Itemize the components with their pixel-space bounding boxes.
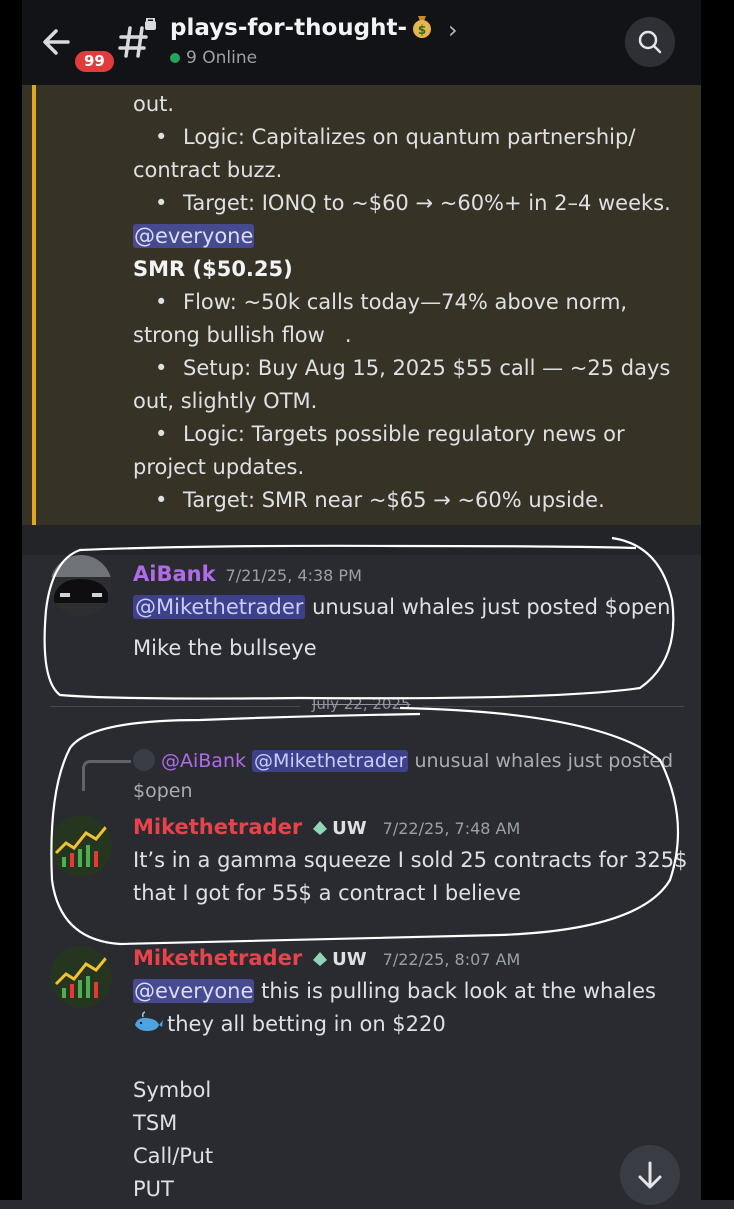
chevron-right-icon[interactable]: › — [448, 16, 458, 44]
message-line: Call/Put — [133, 1144, 214, 1168]
channel-name-text: plays-for-thought- — [170, 15, 408, 41]
post-mention-line: @everyone — [133, 220, 693, 253]
message-line: they all betting in on $220 — [133, 1008, 656, 1041]
role-tag-text: UW — [332, 818, 367, 839]
post-line: out. — [133, 92, 175, 116]
message-line: @Mikethetrader unusual whales just poste… — [133, 591, 670, 624]
reply-connector — [82, 760, 131, 791]
online-dot-icon — [170, 53, 180, 63]
message-line: TSM — [133, 1111, 178, 1135]
reply-preview[interactable]: @AiBank @Mikethetrader unusual whales ju… — [133, 746, 673, 806]
role-tag[interactable]: UW — [312, 945, 367, 975]
mention-accent-bar — [32, 85, 36, 525]
message-line: Mike the bullseye — [133, 636, 317, 660]
arrow-down-icon — [638, 1161, 662, 1189]
message-line: Symbol — [133, 1078, 212, 1102]
message-text: this is pulling back look at the whales — [261, 979, 656, 1003]
bullet: • — [155, 191, 168, 215]
bullet: • — [155, 422, 168, 446]
uw-tag-icon — [313, 952, 328, 966]
unread-badge: 99 — [72, 48, 117, 75]
post-line-text: Setup: Buy Aug 15, 2025 $55 call — ~25 d… — [183, 356, 671, 380]
car-avatar-image — [50, 555, 112, 617]
reply-avatar — [133, 749, 155, 771]
whale-emoji — [135, 1011, 163, 1031]
everyone-mention[interactable]: @everyone — [133, 979, 255, 1003]
username[interactable]: Mikethetrader — [133, 815, 302, 839]
everyone-mention[interactable]: @everyone — [133, 224, 255, 248]
message-line: that I got for 55$ a contract I believe — [133, 881, 522, 905]
uw-tag-icon — [313, 821, 328, 835]
reply-text-continued: $open — [133, 780, 193, 802]
timestamp: 7/21/25, 4:38 PM — [225, 566, 362, 585]
post-line-text: Logic: Targets possible regulatory news … — [183, 422, 625, 446]
reply-author[interactable]: @AiBank — [161, 750, 246, 772]
post-line-text: Logic: Capitalizes on quantum partnershi… — [183, 125, 636, 149]
username[interactable]: Mikethetrader — [133, 946, 302, 970]
avatar[interactable] — [50, 815, 112, 877]
timestamp: 7/22/25, 7:48 AM — [382, 819, 521, 838]
online-count: 9 Online — [186, 48, 258, 68]
search-button[interactable] — [625, 17, 675, 67]
message-text: they all betting in on $220 — [167, 1012, 446, 1036]
hash-thread-icon — [118, 18, 156, 58]
role-tag[interactable]: UW — [312, 814, 367, 844]
svg-text:$: $ — [418, 23, 426, 37]
moneybag-emoji: $ — [413, 16, 432, 38]
username[interactable]: AiBank — [133, 562, 216, 586]
bullet: • — [155, 356, 168, 380]
bullet: • — [155, 290, 168, 314]
post-line-text: Flow: ~50k calls today—74% above norm, — [183, 290, 628, 314]
timestamp: 7/22/25, 8:07 AM — [382, 950, 521, 969]
message-mikethetrader-2: Mikethetrader UW 7/22/25, 8:07 AM @everyon… — [133, 943, 656, 1206]
post-line: project updates. — [133, 455, 305, 479]
swing-trading-logo-avatar — [50, 946, 112, 1008]
post-bullet-line: • Target: SMR near ~$65 → ~60% upside. — [133, 484, 693, 517]
post-body: out. • Logic: Capitalizes on quantum part… — [133, 88, 693, 517]
bullet: • — [155, 488, 168, 512]
role-tag-text: UW — [332, 949, 367, 970]
reply-mention[interactable]: @Mikethetrader — [252, 750, 409, 772]
frame-edge-left — [0, 0, 22, 1200]
channel-title[interactable]: plays-for-thought- $ — [170, 13, 435, 41]
online-status: 9 Online — [170, 48, 257, 68]
message-line: It’s in a gamma squeeze I sold 25 contra… — [133, 848, 688, 872]
post-line: out, slightly OTM. — [133, 389, 318, 413]
post-line: strong bullish flow . — [133, 323, 352, 347]
post-bullet-line: • Logic: Capitalizes on quantum partnersh… — [133, 121, 693, 154]
message-mikethetrader-1: Mikethetrader UW 7/22/25, 7:48 AM It’s in … — [133, 812, 688, 910]
jump-to-bottom-button[interactable] — [620, 1145, 680, 1205]
post-line: contract buzz. — [133, 158, 283, 182]
bullet: • — [155, 125, 168, 149]
post-bullet-line: • Flow: ~50k calls today—74% above norm, — [133, 286, 693, 319]
message-text: unusual whales just posted $open — [312, 595, 671, 619]
message-line: PUT — [133, 1177, 174, 1201]
search-icon — [638, 30, 662, 54]
user-mention[interactable]: @Mikethetrader — [133, 595, 306, 619]
message-aibank: AiBank 7/21/25, 4:38 PM @Mikethetrader un… — [133, 559, 670, 665]
date-divider: July 22, 2025 — [300, 695, 423, 713]
swing-trading-logo-avatar — [50, 815, 112, 877]
avatar[interactable] — [50, 946, 112, 1008]
message-separator-band — [22, 525, 701, 555]
post-bullet-line: • Logic: Targets possible regulatory news… — [133, 418, 693, 451]
frame-edge-right — [701, 0, 734, 1200]
avatar[interactable] — [50, 555, 112, 617]
post-ticker-heading: SMR ($50.25) — [133, 257, 293, 281]
reply-text: unusual whales just posted — [414, 750, 674, 772]
post-line-text: Target: IONQ to ~$60 → ~60%+ in 2–4 week… — [183, 191, 671, 215]
post-line-text: Target: SMR near ~$65 → ~60% upside. — [183, 488, 605, 512]
post-bullet-line: • Target: IONQ to ~$60 → ~60%+ in 2–4 wee… — [133, 187, 693, 220]
message-line: @everyone this is pulling back look at t… — [133, 975, 656, 1008]
post-bullet-line: • Setup: Buy Aug 15, 2025 $55 call — ~25 … — [133, 352, 693, 385]
